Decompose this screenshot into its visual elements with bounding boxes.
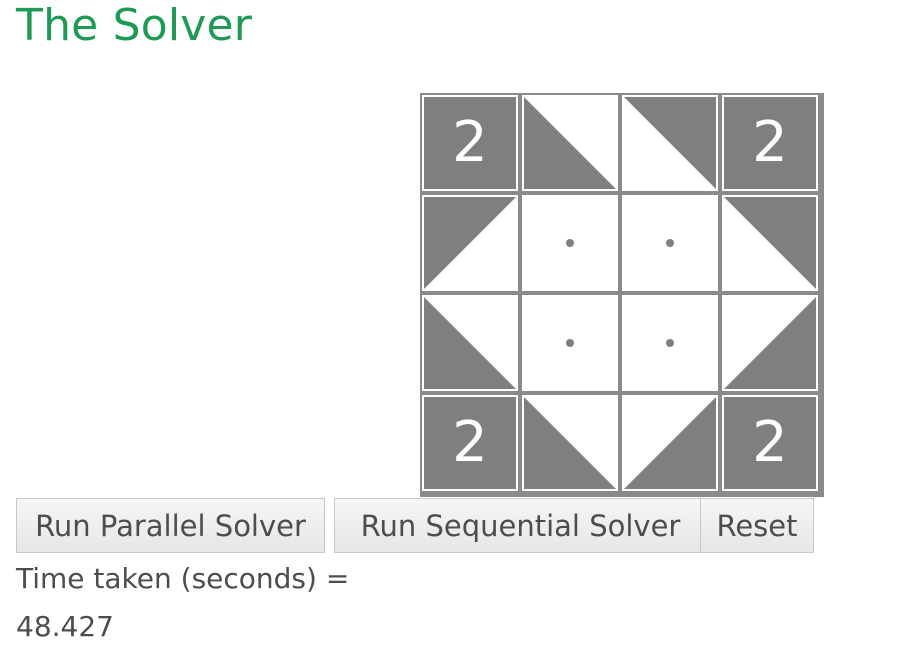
black-number-cell[interactable]: 2 <box>422 95 518 191</box>
triangle-bottom-right-icon <box>724 297 816 389</box>
puzzle-board: 2 2 2 2 <box>420 93 824 497</box>
triangle-cell[interactable] <box>522 95 618 191</box>
page-title: The Solver <box>16 0 253 51</box>
time-taken-label: Time taken (seconds) = <box>16 562 350 595</box>
triangle-cell[interactable] <box>722 195 818 291</box>
time-taken-value: 48.427 <box>16 610 114 643</box>
triangle-cell[interactable] <box>422 295 518 391</box>
triangle-cell[interactable] <box>422 195 518 291</box>
dot-icon <box>566 239 574 247</box>
black-number-cell[interactable]: 2 <box>722 95 818 191</box>
dot-cell[interactable] <box>522 295 618 391</box>
triangle-cell[interactable] <box>622 95 718 191</box>
dot-icon <box>666 339 674 347</box>
dot-cell[interactable] <box>622 195 718 291</box>
triangle-bottom-left-icon <box>524 397 616 489</box>
triangle-cell[interactable] <box>722 295 818 391</box>
dot-cell[interactable] <box>522 195 618 291</box>
triangle-cell[interactable] <box>522 395 618 491</box>
cell-number: 2 <box>452 110 488 175</box>
cell-number: 2 <box>752 410 788 475</box>
run-sequential-solver-button[interactable]: Run Sequential Solver <box>334 498 707 553</box>
black-number-cell[interactable]: 2 <box>722 395 818 491</box>
reset-button[interactable]: Reset <box>700 498 814 553</box>
solver-page: The Solver 2 2 2 2 Run Parallel Solver Run … <box>0 0 918 650</box>
triangle-top-left-icon <box>424 197 516 289</box>
dot-cell[interactable] <box>622 295 718 391</box>
triangle-bottom-left-icon <box>424 297 516 389</box>
triangle-bottom-left-icon <box>524 97 616 189</box>
triangle-top-right-icon <box>624 97 716 189</box>
dot-icon <box>566 339 574 347</box>
cell-number: 2 <box>752 110 788 175</box>
cell-number: 2 <box>452 410 488 475</box>
triangle-cell[interactable] <box>622 395 718 491</box>
run-parallel-solver-button[interactable]: Run Parallel Solver <box>16 498 325 553</box>
dot-icon <box>666 239 674 247</box>
triangle-top-right-icon <box>724 197 816 289</box>
triangle-bottom-right-icon <box>624 397 716 489</box>
black-number-cell[interactable]: 2 <box>422 395 518 491</box>
